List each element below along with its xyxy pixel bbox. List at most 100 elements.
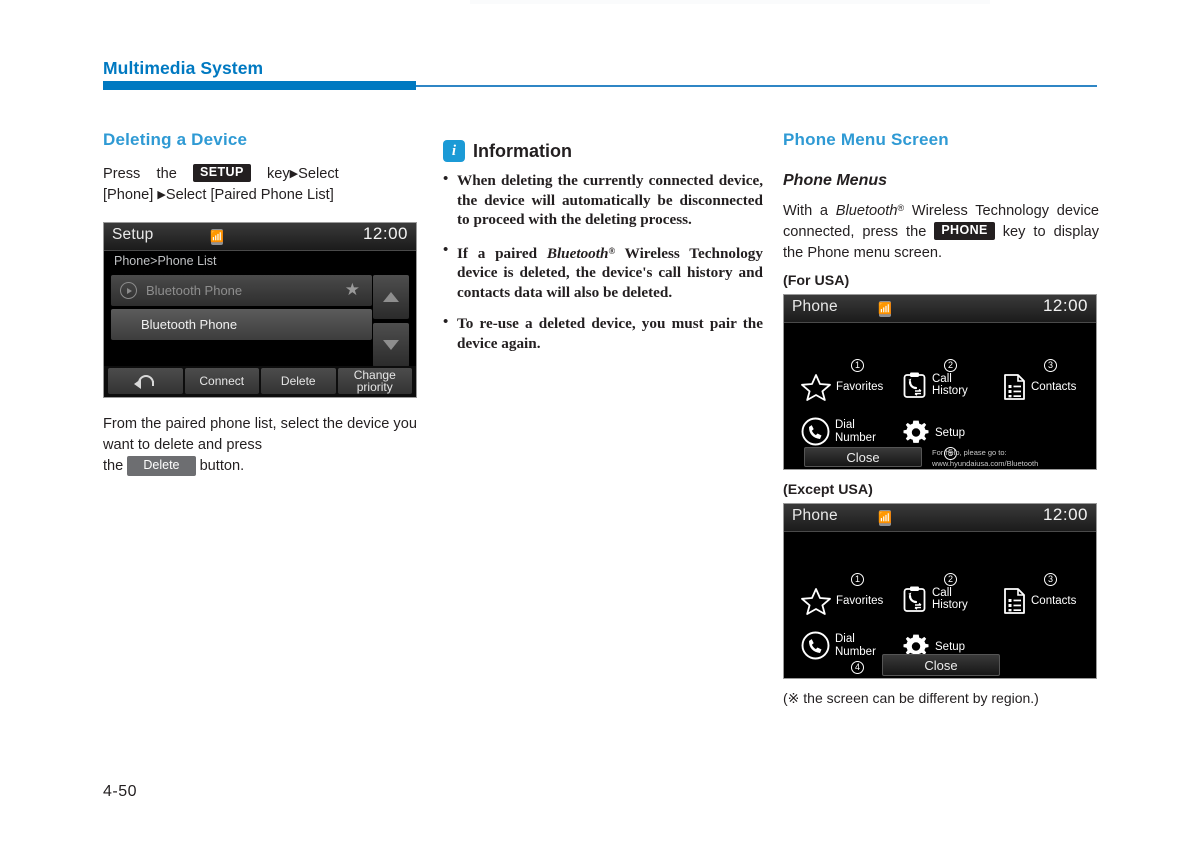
page-top-edge: [470, 0, 990, 4]
chevron-up-icon: [383, 292, 399, 302]
menu-item-favorites[interactable]: Favorites: [801, 373, 883, 401]
call-history-line1: Call: [932, 586, 952, 599]
menu-item-dial-number[interactable]: Dial Number: [801, 631, 876, 660]
menu-item-setup[interactable]: Setup: [902, 419, 965, 447]
middle-column: i Information When deleting the currentl…: [443, 140, 763, 365]
setup-screen-statusbar: Setup 📶 12:00: [104, 223, 416, 251]
bluetooth-icon: 📶: [878, 510, 892, 526]
menu-label-dial-number: Dial Number: [835, 419, 876, 444]
back-button[interactable]: [108, 368, 183, 394]
menu-item-dial-number[interactable]: Dial Number: [801, 417, 876, 446]
call-history-line2: History: [932, 599, 968, 611]
information-header: i Information: [443, 140, 763, 162]
section-heading-phone-menu-screen: Phone Menu Screen: [783, 130, 949, 149]
delete-button[interactable]: Delete: [261, 368, 336, 394]
delete-softkey-badge[interactable]: Delete: [127, 456, 196, 476]
page-title: Multimedia System: [103, 58, 264, 78]
setup-phone-list-screen: Setup 📶 12:00 Phone>Phone List Bluetooth…: [103, 222, 417, 398]
instruction-word-press: Press: [103, 166, 141, 182]
help-text-usa: For help, please go to: www.hyundaiusa.c…: [932, 447, 1092, 469]
menu-item-contacts[interactable]: Contacts: [1003, 373, 1076, 401]
instruction-phone-bracket: [Phone]: [103, 187, 154, 203]
menu-item-call-history[interactable]: Call History: [902, 371, 968, 399]
information-title: Information: [473, 140, 572, 161]
menu-label-favorites: Favorites: [836, 594, 884, 607]
star-icon: [801, 588, 831, 615]
call-history-icon: [903, 372, 926, 398]
right-column: Phone Menu Screen Phone Menus With a Blu…: [783, 130, 1099, 707]
menu-item-favorites[interactable]: Favorites: [801, 587, 883, 615]
phone-menu-screen-except-usa: Phone 📶 12:00 1 Favorites 2 Call History…: [783, 503, 1097, 679]
setup-screen-button-bar: Connect Delete Change priority: [104, 366, 416, 397]
dial-number-line2: Number: [835, 645, 876, 658]
back-arrow-icon: [134, 375, 156, 389]
arrow-right-icon-2: ▶: [157, 189, 166, 201]
para-brand: Bluetooth: [835, 203, 898, 219]
menu-label-setup: Setup: [935, 426, 966, 439]
phone-menu-screen-usa: Phone 📶 12:00 1 Favorites 2 Call History…: [783, 294, 1097, 470]
close-button-usa[interactable]: Close: [804, 447, 922, 467]
arrow-right-icon: ▶: [289, 168, 299, 180]
change-priority-button[interactable]: Change priority: [337, 368, 412, 394]
header-rule-thick: [103, 81, 416, 90]
list-item: If a paired Bluetooth® Wireless Technolo…: [443, 241, 763, 303]
instruction-word-select-1: Select: [298, 166, 339, 182]
phone-menus-paragraph: With a Bluetooth® Wireless Technology de…: [783, 198, 1099, 264]
menu-label-dial-number: Dial Number: [835, 633, 876, 658]
scroll-up-button[interactable]: [373, 275, 409, 319]
delete-paragraph-text: From the paired phone list, select the d…: [103, 416, 417, 453]
menu-label-call-history: Call History: [932, 373, 968, 398]
caption-except-usa: (Except USA): [783, 482, 873, 498]
change-priority-line2: priority: [356, 380, 393, 394]
connect-button[interactable]: Connect: [184, 368, 259, 394]
bluetooth-icon: 📶: [878, 301, 892, 317]
help-line1: For help, please go to:: [932, 448, 1007, 457]
favorite-star-icon[interactable]: ★: [345, 281, 360, 298]
contacts-icon: [1004, 374, 1025, 400]
help-line2: www.hyundaiusa.com/Bluetooth: [932, 459, 1039, 468]
phone-usa-title: Phone: [792, 298, 838, 315]
bullet2-brand: Bluetooth: [546, 244, 609, 262]
dial-number-icon: [801, 417, 830, 446]
contacts-icon: [1004, 588, 1025, 614]
paired-device-label-2: Bluetooth Phone: [141, 317, 238, 332]
section-heading-deleting-a-device: Deleting a Device: [103, 130, 248, 149]
paired-device-row-connected[interactable]: Bluetooth Phone ★: [111, 275, 372, 306]
delete-paragraph-button: button.: [199, 458, 245, 474]
close-button-except-usa[interactable]: Close: [882, 654, 1000, 676]
setup-screen-clock: 12:00: [362, 224, 408, 243]
paired-device-label: Bluetooth Phone: [146, 283, 243, 298]
setup-key-badge[interactable]: SETUP: [193, 164, 251, 182]
setup-screen-breadcrumb: Phone>Phone List: [114, 254, 217, 268]
phone-usa-clock: 12:00: [1042, 296, 1088, 315]
region-footnote: (※ the screen can be different by region…: [783, 690, 1039, 706]
callout-number-1: 1: [851, 359, 864, 372]
bullet2-pre: If a paired: [457, 244, 538, 262]
call-history-icon: [903, 586, 926, 612]
phone-exusa-statusbar: Phone 📶 12:00: [784, 504, 1096, 532]
manual-page: Multimedia System Deleting a Device Pres…: [0, 0, 1200, 861]
setup-screen-title: Setup: [112, 226, 154, 243]
page-number: 4-50: [103, 783, 138, 800]
scroll-down-button[interactable]: [373, 323, 409, 367]
instruction-word-the: the: [156, 166, 177, 182]
instruction-select-paired-list: Select [Paired Phone List]: [165, 187, 334, 203]
info-icon: i: [443, 140, 465, 162]
menu-item-contacts[interactable]: Contacts: [1003, 587, 1076, 615]
paired-device-row-selected[interactable]: Bluetooth Phone: [111, 309, 372, 340]
menu-item-call-history[interactable]: Call History: [902, 585, 968, 613]
delete-paragraph-the: the: [103, 458, 124, 474]
callout-number-3: 3: [1044, 359, 1057, 372]
phone-usa-statusbar: Phone 📶 12:00: [784, 295, 1096, 323]
caption-for-usa: (For USA): [783, 273, 850, 289]
callout-number-4: 4: [851, 661, 864, 674]
bluetooth-icon: 📶: [210, 229, 224, 245]
phone-key-badge[interactable]: PHONE: [934, 222, 995, 240]
callout-number-3: 3: [1044, 573, 1057, 586]
call-history-line1: Call: [932, 372, 952, 385]
registered-mark-2: ®: [897, 203, 905, 213]
instruction-word-key: key: [266, 166, 290, 182]
gear-icon: [903, 420, 929, 443]
menu-label-contacts: Contacts: [1031, 380, 1077, 393]
phone-exusa-title: Phone: [792, 507, 838, 524]
